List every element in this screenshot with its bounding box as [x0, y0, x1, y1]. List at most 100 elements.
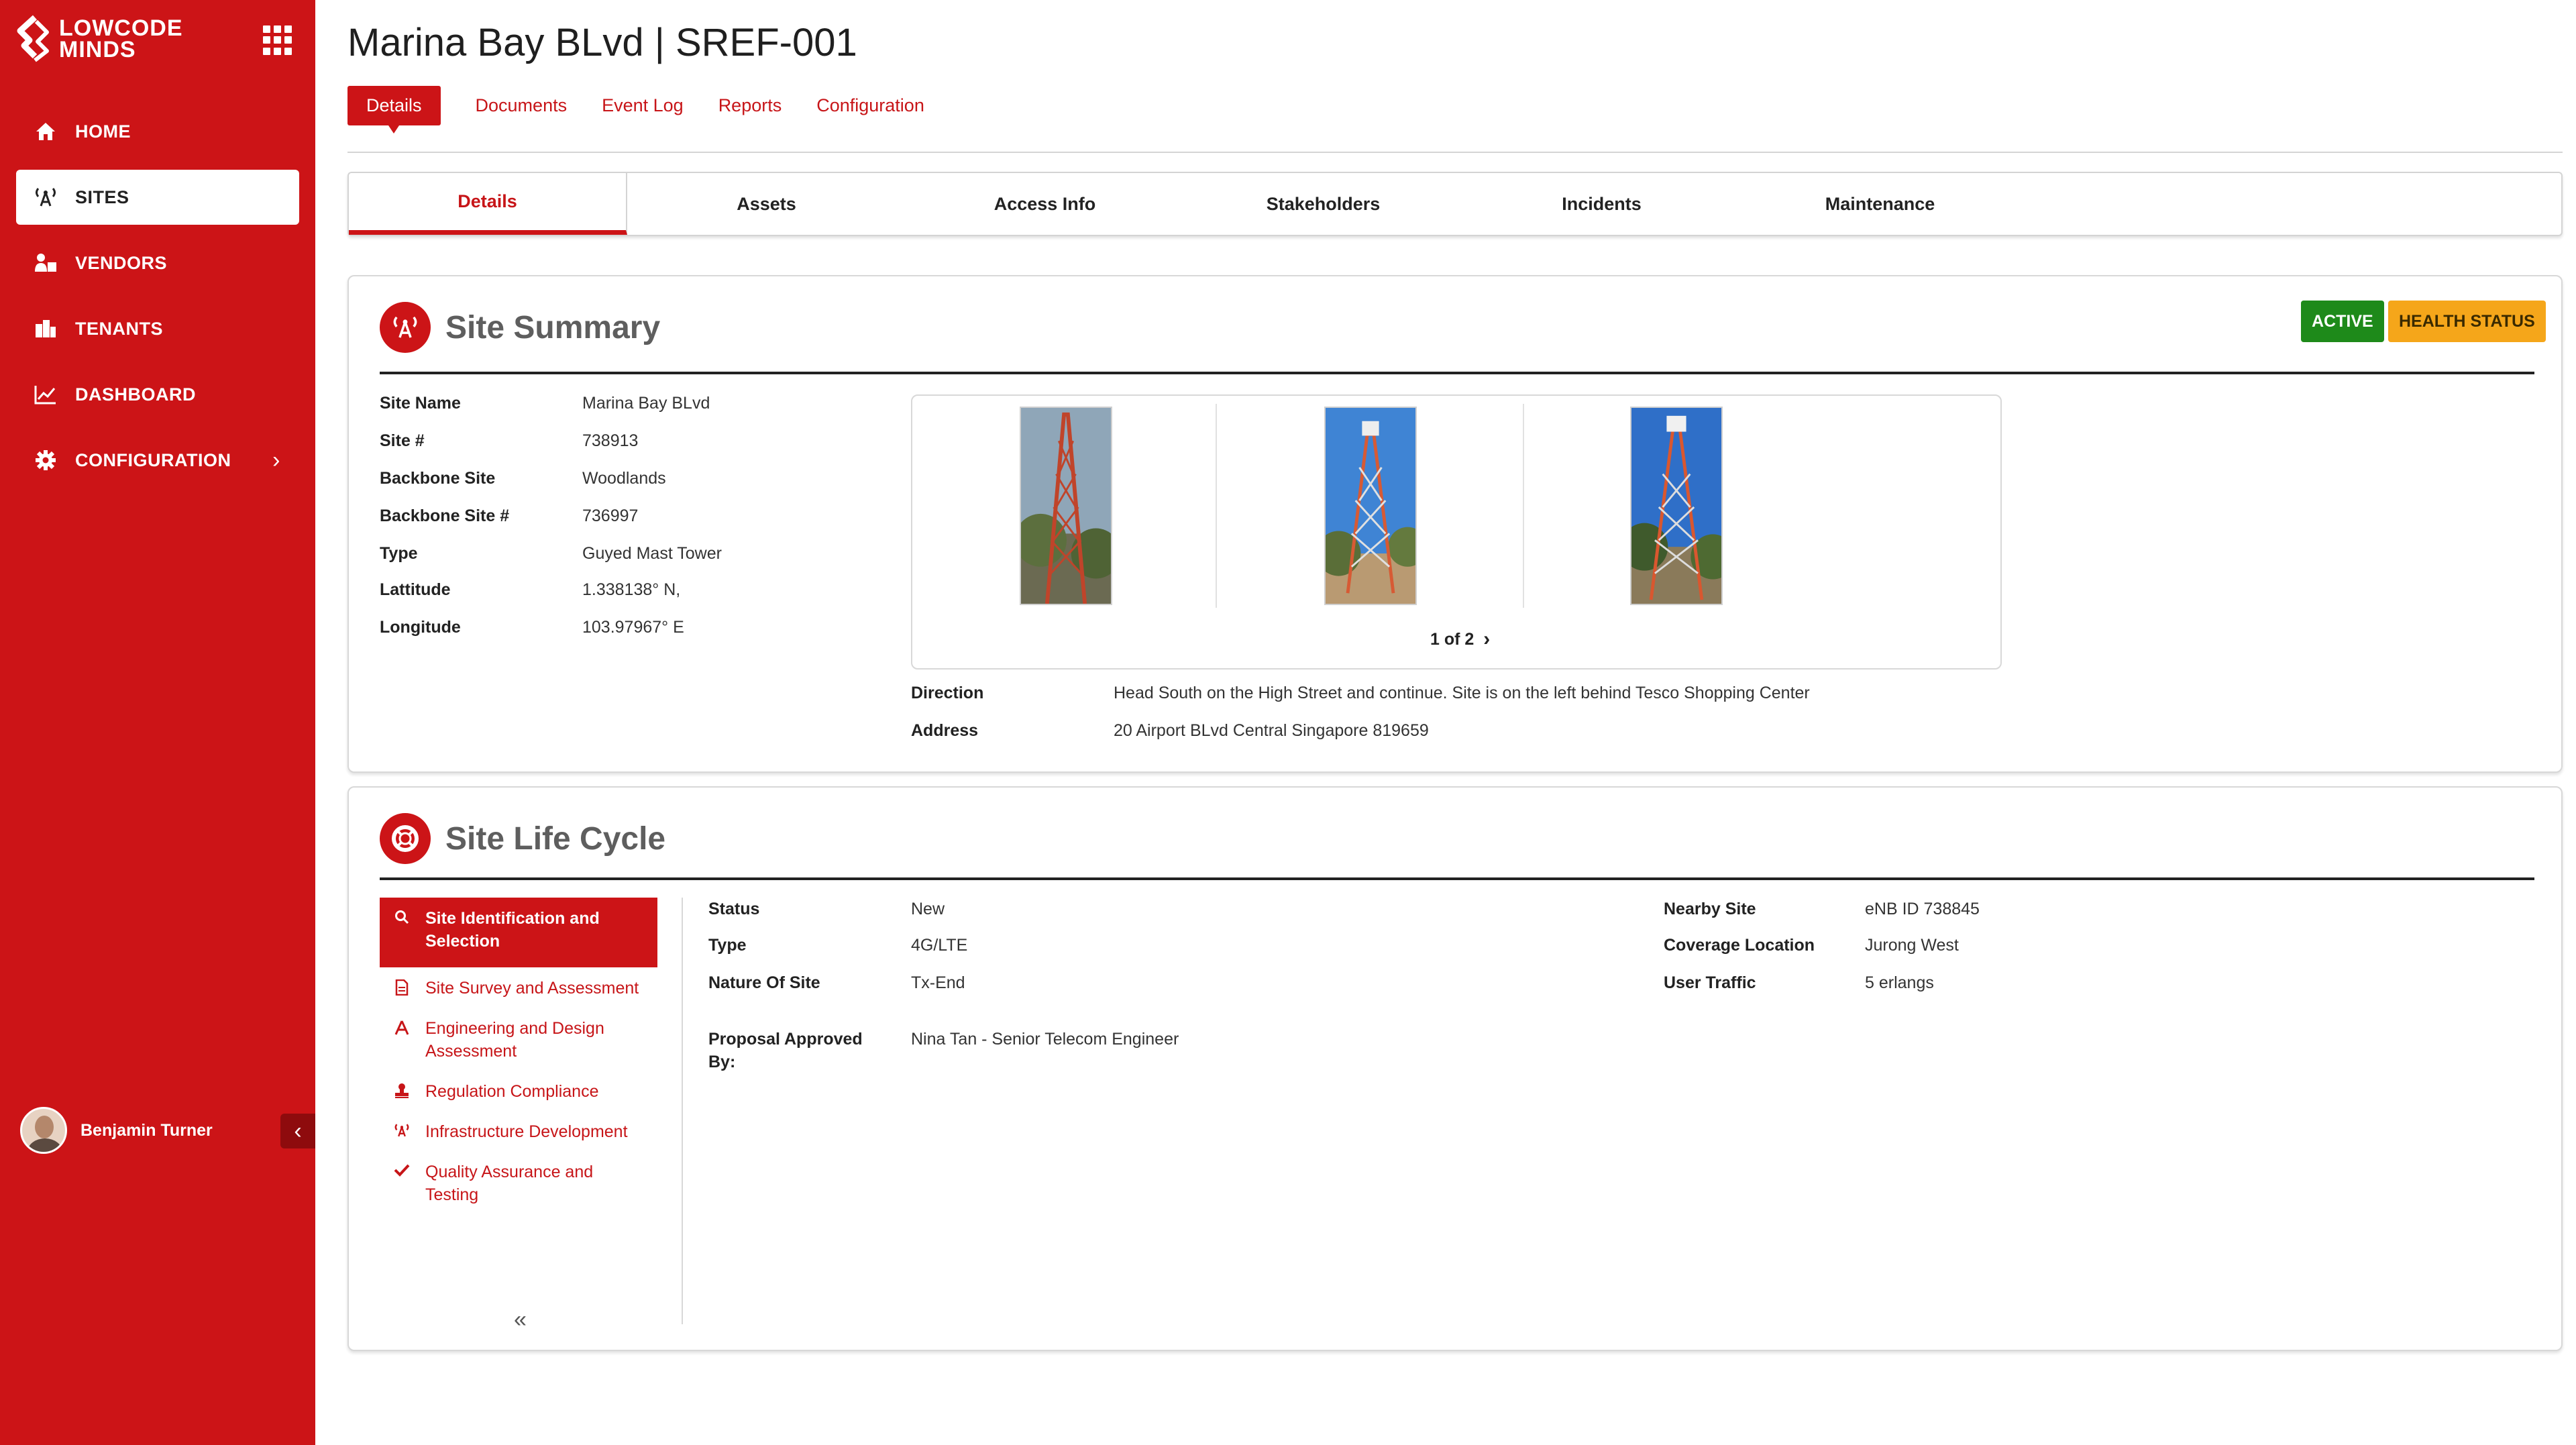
- antenna-icon: [32, 184, 59, 211]
- top-tabs: Details Documents Event Log Reports Conf…: [347, 86, 959, 133]
- tower-photo[interactable]: [1630, 407, 1723, 605]
- photo-gallery: 1 of 2 ›: [911, 394, 2002, 670]
- field-user-traffic: User Traffic 5 erlangs: [1664, 973, 1934, 992]
- search-icon: [392, 907, 412, 924]
- subtab-access-info[interactable]: Access Info: [906, 173, 1184, 235]
- chevron-right-icon[interactable]: ›: [1483, 628, 1490, 651]
- sidebar-nav: HOME SITES VENDORS TENANTS DASHBOARD CON…: [16, 104, 299, 498]
- step-label: Regulation Compliance: [425, 1082, 599, 1101]
- field-nature-of-site: Nature Of Site Tx-End: [708, 973, 965, 992]
- step-engineering-design[interactable]: Engineering and Design Assessment: [380, 1009, 657, 1071]
- field-type: Type Guyed Mast Tower: [380, 544, 722, 563]
- gallery-pager: 1 of 2 ›: [1430, 628, 1490, 651]
- sidebar-item-configuration[interactable]: CONFIGURATION ›: [16, 433, 299, 488]
- sidebar-item-tenants[interactable]: TENANTS: [16, 301, 299, 356]
- step-quality-assurance[interactable]: Quality Assurance and Testing: [380, 1153, 657, 1214]
- field-address: Address 20 Airport BLvd Central Singapore…: [911, 721, 1429, 740]
- step-label: Site Survey and Assessment: [425, 979, 639, 998]
- antenna-icon: [380, 302, 431, 353]
- sidebar-item-label: HOME: [75, 121, 131, 142]
- title-rule: [380, 372, 2534, 374]
- user-name: Benjamin Turner: [80, 1120, 213, 1140]
- stamp-icon: [392, 1080, 412, 1099]
- header-divider: [347, 152, 2563, 153]
- chevron-right-icon: ›: [272, 447, 280, 473]
- tab-details[interactable]: Details: [347, 86, 441, 133]
- field-site-name: Site Name Marina Bay BLvd: [380, 394, 710, 413]
- field-lc-type: Type 4G/LTE: [708, 936, 968, 955]
- compass-icon: [392, 1017, 412, 1036]
- health-status-badge[interactable]: HEALTH STATUS: [2388, 301, 2546, 342]
- home-icon: [32, 118, 59, 145]
- tower-photo[interactable]: [1324, 407, 1417, 605]
- site-summary-card: Site Summary ACTIVE HEALTH STATUS Site N…: [347, 275, 2563, 773]
- pager-label: 1 of 2: [1430, 629, 1474, 649]
- logo-icon: [17, 15, 49, 62]
- subtab-assets[interactable]: Assets: [627, 173, 906, 235]
- step-regulation-compliance[interactable]: Regulation Compliance: [380, 1072, 657, 1111]
- field-direction: Direction Head South on the High Street a…: [911, 684, 1810, 702]
- check-icon: [392, 1161, 412, 1177]
- document-icon: [392, 977, 412, 996]
- page-title: Marina Bay BLvd | SREF-001: [347, 21, 857, 64]
- step-site-identification[interactable]: Site Identification and Selection: [380, 898, 657, 967]
- site-life-cycle-card: Site Life Cycle Site Identification and …: [347, 786, 2563, 1351]
- chart-line-icon: [32, 381, 59, 408]
- sidebar: LOWCODE MINDS HOME SITES VENDORS TENANTS…: [0, 0, 315, 1445]
- title-rule: [380, 877, 2534, 880]
- sidebar-item-label: SITES: [75, 186, 129, 207]
- field-backbone-site: Backbone Site Woodlands: [380, 469, 666, 488]
- sub-tabs: Details Assets Access Info Stakeholders …: [347, 172, 2563, 236]
- sidebar-item-label: DASHBOARD: [75, 384, 196, 405]
- step-label: Infrastructure Development: [425, 1122, 628, 1141]
- step-infrastructure-development[interactable]: Infrastructure Development: [380, 1112, 657, 1151]
- sidebar-item-label: CONFIGURATION: [75, 449, 231, 470]
- steps-divider: [682, 898, 683, 1324]
- step-label: Quality Assurance and Testing: [425, 1163, 594, 1204]
- building-icon: [32, 315, 59, 342]
- field-backbone-site-number: Backbone Site #736997: [380, 506, 639, 525]
- field-status: Status New: [708, 900, 945, 918]
- vendors-icon: [32, 250, 59, 276]
- subtab-incidents[interactable]: Incidents: [1462, 173, 1741, 235]
- step-label: Site Identification and Selection: [425, 909, 600, 951]
- field-nearby-site: Nearby Site eNB ID 738845: [1664, 900, 1980, 918]
- tab-configuration[interactable]: Configuration: [816, 95, 924, 116]
- field-longitude: Longitude 103.97967° E: [380, 618, 684, 637]
- tower-photo[interactable]: [1020, 407, 1112, 605]
- life-cycle-steps: Site Identification and Selection Site S…: [380, 898, 657, 1216]
- antenna-icon: [392, 1120, 412, 1138]
- status-badge-active: ACTIVE: [2301, 301, 2384, 342]
- field-site-number: Site #738913: [380, 431, 639, 450]
- tab-event-log[interactable]: Event Log: [602, 95, 684, 116]
- collapse-steps-icon[interactable]: «: [514, 1307, 527, 1333]
- field-coverage-location: Coverage Location Jurong West: [1664, 936, 1959, 955]
- field-latitude: Lattitude 1.338138° N,: [380, 580, 681, 599]
- step-site-survey[interactable]: Site Survey and Assessment: [380, 969, 657, 1008]
- sidebar-item-label: VENDORS: [75, 252, 168, 273]
- step-label: Engineering and Design Assessment: [425, 1019, 604, 1061]
- avatar: [20, 1107, 67, 1154]
- subtab-details[interactable]: Details: [349, 173, 627, 235]
- brand-logo[interactable]: LOWCODE MINDS: [15, 12, 216, 66]
- apps-grid-icon[interactable]: [263, 25, 292, 55]
- life-cycle-title: Site Life Cycle: [445, 820, 666, 857]
- sidebar-item-home[interactable]: HOME: [16, 104, 299, 159]
- tab-reports[interactable]: Reports: [718, 95, 782, 116]
- tab-documents[interactable]: Documents: [476, 95, 568, 116]
- brand-line1: LOWCODE: [59, 15, 183, 41]
- chevron-left-icon: ‹: [294, 1118, 302, 1144]
- lifebuoy-icon: [380, 813, 431, 864]
- brand-line2: MINDS: [59, 37, 136, 62]
- sidebar-item-vendors[interactable]: VENDORS: [16, 235, 299, 290]
- sidebar-item-sites[interactable]: SITES: [16, 170, 299, 225]
- gear-icon: [32, 447, 59, 474]
- sidebar-collapse-button[interactable]: ‹: [280, 1114, 315, 1148]
- site-summary-title: Site Summary: [445, 309, 661, 345]
- subtab-stakeholders[interactable]: Stakeholders: [1184, 173, 1462, 235]
- user-profile[interactable]: Benjamin Turner: [20, 1107, 213, 1154]
- sidebar-item-label: TENANTS: [75, 318, 163, 339]
- subtab-maintenance[interactable]: Maintenance: [1741, 173, 2019, 235]
- sidebar-item-dashboard[interactable]: DASHBOARD: [16, 367, 299, 422]
- field-proposal-approved-by: Proposal Approved By: Nina Tan - Senior …: [708, 1030, 1179, 1071]
